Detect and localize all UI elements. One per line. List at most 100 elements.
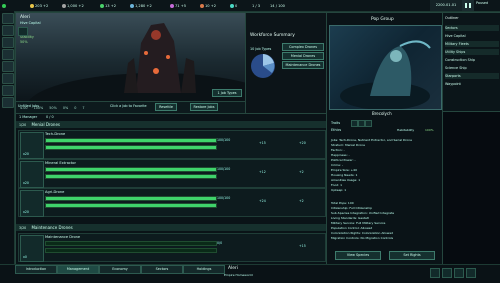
tab-management[interactable]: Management bbox=[57, 265, 99, 274]
pop-group-title: Pop Group bbox=[371, 17, 394, 22]
alloys-icon bbox=[130, 3, 134, 8]
speed-label: Paused bbox=[476, 1, 489, 5]
outliner-panel: Outliner Sectors Hive Capital Military F… bbox=[442, 12, 500, 112]
policies-icon[interactable] bbox=[2, 61, 14, 72]
influence-icon bbox=[170, 3, 174, 8]
species-line: Jobs: Tech-Drone, Nutrient Extractor, an… bbox=[331, 138, 413, 142]
traits-label: Traits bbox=[331, 121, 341, 125]
species-line: Upkeep: 1 bbox=[331, 188, 347, 192]
settings-icon[interactable] bbox=[466, 268, 476, 278]
trait-icon[interactable] bbox=[365, 120, 372, 127]
outliner-hive-capital[interactable]: Hive Capital bbox=[445, 33, 499, 39]
job-row-mineral-extractor[interactable]: Mineral Extractor x20 100/100 +12 +2 bbox=[18, 159, 326, 188]
zoom-icon[interactable] bbox=[454, 268, 464, 278]
food-icon bbox=[100, 3, 104, 8]
species-portrait[interactable] bbox=[329, 25, 442, 110]
job-fill-bar bbox=[45, 174, 217, 179]
top-resource-bar: 203 +2 1,000 +2 13 +2 1,280 +2 71 +5 10 … bbox=[0, 0, 500, 12]
job-fill-bar bbox=[45, 196, 217, 201]
amenities-stat: 50% bbox=[49, 106, 57, 110]
trait-icon[interactable] bbox=[358, 120, 365, 127]
habitability-label: Habitability bbox=[397, 128, 415, 132]
planets-icon[interactable] bbox=[2, 97, 14, 108]
tab-economy[interactable]: Economy bbox=[99, 265, 141, 274]
tab-introduction[interactable]: Introduction bbox=[15, 265, 57, 274]
outliner-sectors[interactable]: Sectors bbox=[445, 25, 499, 31]
rights-line: Sub-Species Integration: Unified Integra… bbox=[331, 211, 395, 215]
job-row-agri-drone[interactable]: Agri-Drone x20 100/100 +24 +2 bbox=[18, 188, 326, 217]
districts-stat: 7 bbox=[82, 106, 85, 110]
job-fill-bar bbox=[45, 145, 217, 150]
complex-drones-button[interactable]: Complex Drones bbox=[282, 43, 324, 51]
rights-line: Living Standards: Gestalt bbox=[331, 216, 369, 220]
outliner-waypoint[interactable]: Waypoint bbox=[445, 81, 499, 87]
empire-flag-icon[interactable] bbox=[2, 2, 6, 9]
set-rights-button[interactable]: Set Rights bbox=[389, 251, 435, 260]
bottom-planet-sub: Empire Homeworld bbox=[224, 273, 253, 277]
planet-info-button[interactable]: 1 Job Types bbox=[212, 89, 242, 97]
pause-button[interactable] bbox=[462, 0, 474, 11]
job-fill-bar bbox=[45, 248, 217, 253]
energy-icon bbox=[30, 3, 34, 8]
alloys-resource[interactable]: 1,280 +2 bbox=[130, 2, 152, 9]
minerals-resource[interactable]: 1,000 +2 bbox=[62, 2, 84, 9]
ethics-label: Ethics bbox=[331, 128, 342, 132]
sprawl-resource[interactable]: 1 / 3 bbox=[252, 2, 260, 9]
resettle-button[interactable]: Resettle bbox=[155, 103, 177, 111]
unity-icon bbox=[200, 3, 204, 8]
menial-drones-header[interactable]: 1/20 Menial Drones bbox=[16, 121, 326, 128]
contacts-icon[interactable] bbox=[2, 25, 14, 36]
technology-icon[interactable] bbox=[2, 37, 14, 48]
job-row-tech-drone[interactable]: Tech-Drone x20 100/100 +15 +20 bbox=[18, 130, 326, 159]
map-mode-icon[interactable] bbox=[430, 268, 440, 278]
planet-icon[interactable] bbox=[18, 27, 28, 36]
energy-resource[interactable]: 203 +2 bbox=[30, 2, 48, 9]
situation-log-icon[interactable] bbox=[2, 73, 14, 84]
species-line: Faction: - bbox=[331, 148, 345, 152]
trait-icon[interactable] bbox=[351, 120, 358, 127]
tab-holdings[interactable]: Holdings bbox=[183, 265, 225, 274]
outliner-title: Outliner bbox=[445, 16, 459, 20]
restore-jobs-button[interactable]: Restore Jobs bbox=[190, 103, 218, 111]
outliner-construction-ship[interactable]: Construction Ship bbox=[445, 57, 499, 63]
rights-line: Military Service: Full Military Service bbox=[331, 221, 386, 225]
rights-line: Total Pops: 100 bbox=[331, 201, 354, 205]
planet-name[interactable]: Aleri bbox=[20, 15, 30, 20]
rights-line: Citizenship: Full Citizenship bbox=[331, 206, 372, 210]
government-icon[interactable] bbox=[2, 13, 14, 24]
naval-capacity[interactable]: 14 / 100 bbox=[270, 2, 285, 9]
amenities-resource[interactable]: 0 bbox=[230, 2, 237, 9]
galaxy-map-icon[interactable] bbox=[442, 268, 452, 278]
food-resource[interactable]: 13 +2 bbox=[100, 2, 116, 9]
free-housing-stat: 0 bbox=[74, 106, 77, 110]
tab-sectors[interactable]: Sectors bbox=[141, 265, 183, 274]
outliner-science-ship[interactable]: Science Ship bbox=[445, 65, 499, 71]
species-icon[interactable] bbox=[2, 85, 14, 96]
unity-resource[interactable]: 10 +2 bbox=[200, 2, 216, 9]
traditions-icon[interactable] bbox=[2, 49, 14, 60]
outliner-utility-ships[interactable]: Utility Ships bbox=[445, 49, 499, 55]
maintenance-drones-header[interactable]: 3/20 Maintenance Drones bbox=[16, 224, 326, 231]
outliner-starports[interactable]: Starports bbox=[445, 73, 499, 79]
maintenance-drones-button[interactable]: Maintenance Drones bbox=[282, 61, 324, 69]
rights-line: Migration Controls: No Migration Control… bbox=[331, 236, 394, 240]
planet-city-image: Aleri Hive Capital Stability 50% 1 Job T… bbox=[16, 13, 246, 101]
influence-resource[interactable]: 71 +5 bbox=[170, 2, 186, 9]
menial-drones-button[interactable]: Menial Drones bbox=[282, 52, 324, 60]
species-line: Stratum: Menial Drone bbox=[331, 143, 365, 147]
job-fill-bar bbox=[45, 167, 217, 172]
minerals-icon bbox=[62, 3, 66, 8]
stability-value: 50% bbox=[20, 40, 28, 44]
job-row-maintenance-drone[interactable]: Maintenance Drone x0 0/0 +15 bbox=[18, 233, 326, 262]
outliner-military-fleets[interactable]: Military Fleets bbox=[445, 41, 499, 47]
species-line: Crime: - bbox=[331, 163, 343, 167]
view-species-button[interactable]: View Species bbox=[335, 251, 381, 260]
rights-line: Colonization Rights: Colonization Allowe… bbox=[331, 231, 394, 235]
pause-icon bbox=[465, 3, 467, 8]
manager-filter[interactable]: 1 Manager bbox=[19, 115, 37, 119]
game-date[interactable]: 2200.01.01 bbox=[430, 0, 462, 11]
pop-group-panel: Pop Group Brecolych Traits Ethics Habita… bbox=[326, 12, 443, 266]
left-sidebar bbox=[0, 11, 15, 271]
unfilled-jobs: Unfilled Jobs bbox=[18, 104, 39, 108]
species-line: Food: 1 bbox=[331, 183, 343, 187]
